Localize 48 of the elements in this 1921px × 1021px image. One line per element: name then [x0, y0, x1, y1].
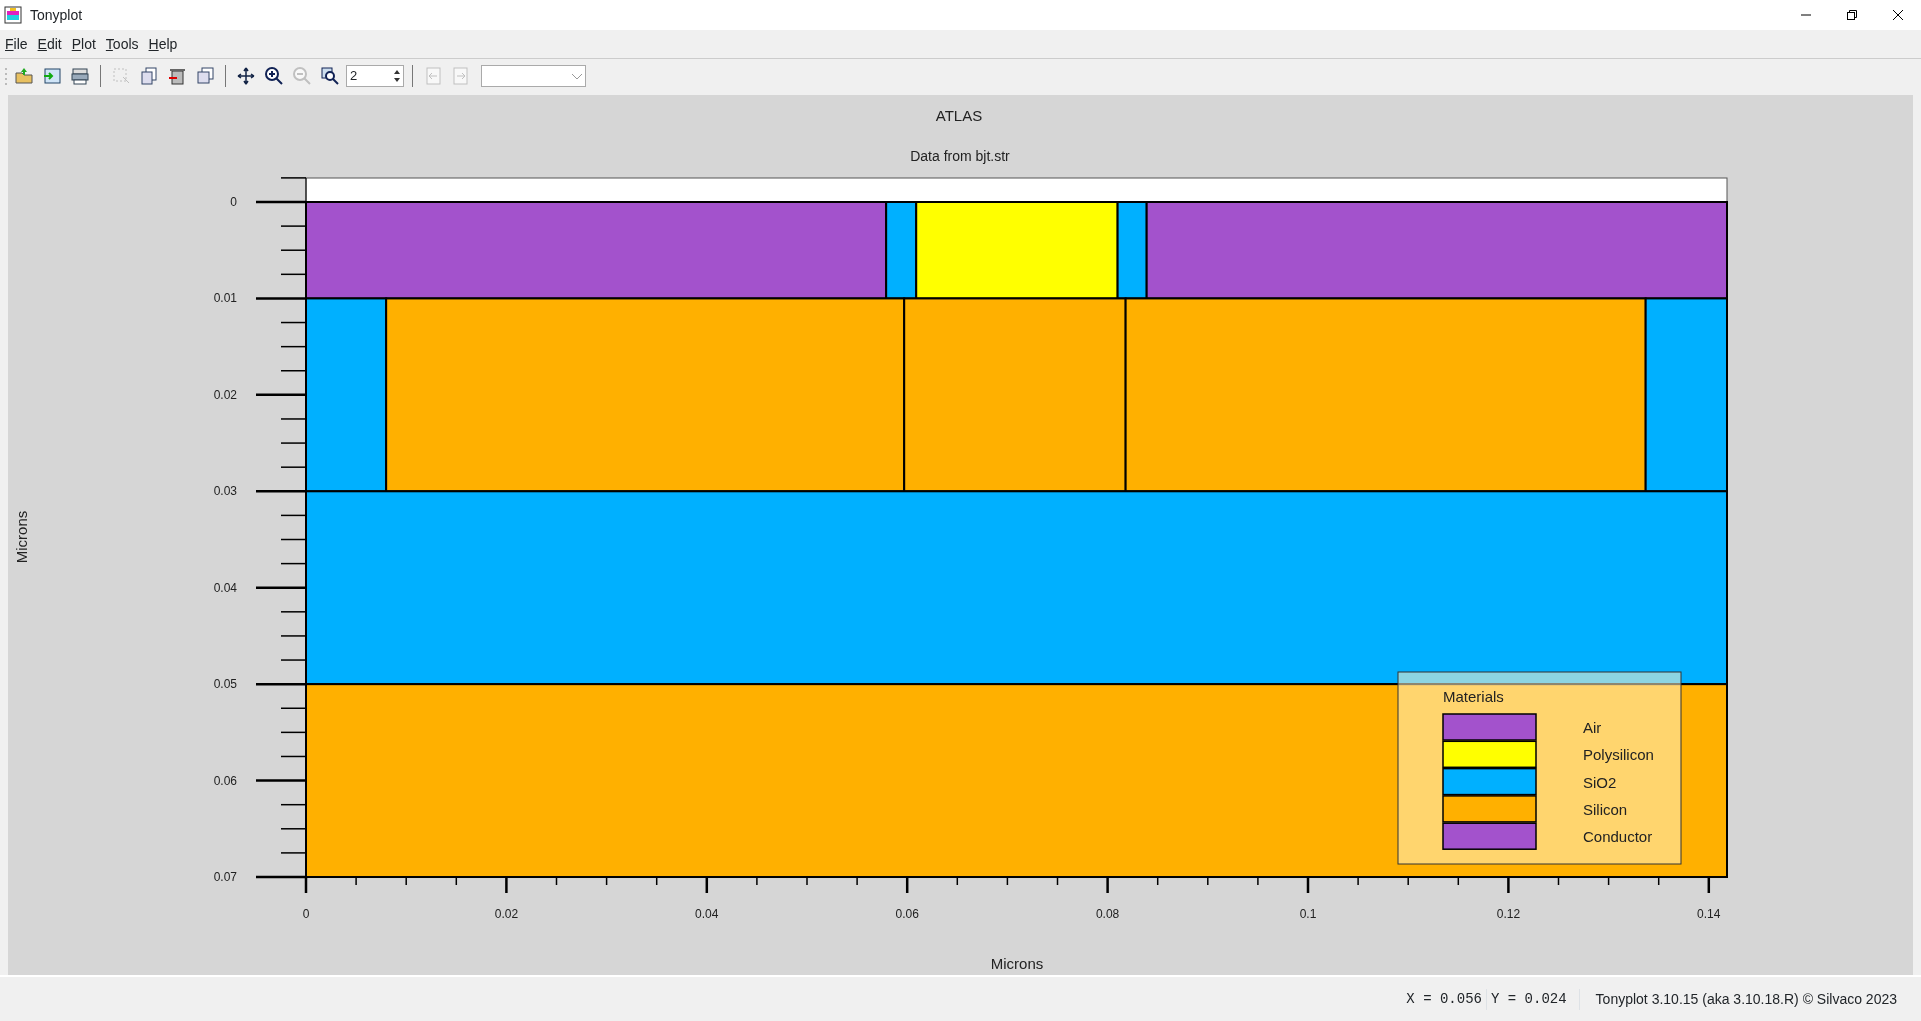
legend-label: Silicon — [1583, 800, 1628, 818]
pages-icon[interactable] — [195, 65, 215, 86]
menu-item[interactable]: Plot — [66, 33, 101, 55]
x-tick-label: 0.06 — [895, 907, 919, 921]
y-tick-label: 0.03 — [213, 484, 237, 499]
y-tick-label: 0.04 — [213, 580, 237, 595]
y-tick-label: 0.05 — [213, 677, 237, 692]
restore-icon[interactable] — [1846, 9, 1858, 21]
plot-subtitle: Data from bjt.str — [910, 148, 1010, 164]
x-tick-label: 0.02 — [494, 907, 519, 921]
menu-item[interactable]: Help — [143, 33, 183, 55]
x-tick-label: 0.1 — [1299, 907, 1317, 921]
plot-title: ATLAS — [935, 107, 983, 124]
window-icon[interactable] — [42, 65, 62, 86]
copy-icon[interactable] — [139, 65, 159, 86]
legend-label: Polysilicon — [1583, 746, 1654, 764]
zoom-icon[interactable] — [320, 65, 340, 86]
legend-label: Air — [1583, 719, 1602, 736]
grip-icon — [4, 66, 8, 87]
legend-label: SiO2 — [1583, 773, 1617, 791]
close-icon[interactable] — [1892, 9, 1904, 21]
y-coordinate: Y = 0.024 — [1486, 988, 1571, 1010]
dropdown-field[interactable] — [481, 64, 586, 87]
y-tick-label: 0 — [230, 195, 237, 209]
app-icon — [4, 6, 22, 24]
legend-title: Materials — [1443, 688, 1504, 705]
menu-item[interactable]: File — [0, 33, 33, 55]
x-coordinate: X = 0.056 — [1405, 989, 1483, 1009]
x-tick-label: 0.08 — [1095, 907, 1120, 921]
y-axis-label: Microns — [13, 510, 30, 564]
zoom-in-icon[interactable] — [264, 65, 284, 86]
window-title: Tonyplot — [30, 5, 83, 25]
y-tick-label: 0.07 — [213, 870, 237, 884]
printer-icon[interactable] — [70, 65, 90, 86]
y-tick-label: 0.06 — [213, 773, 237, 788]
zoom-spinner[interactable]: 2 — [346, 64, 404, 87]
x-tick-label: 0.04 — [695, 907, 719, 921]
menu-item[interactable]: Tools — [100, 33, 144, 55]
legend-label: Conductor — [1583, 828, 1653, 846]
x-tick-label: 0.12 — [1496, 907, 1521, 921]
y-tick-label: 0.02 — [213, 387, 237, 402]
x-axis-label: Microns — [990, 955, 1044, 972]
menu-item[interactable]: Edit — [32, 33, 67, 55]
y-tick-label: 0.01 — [213, 291, 237, 306]
x-tick-label: 0 — [302, 907, 310, 921]
x-tick-label: 0.14 — [1697, 907, 1721, 921]
move-icon[interactable] — [236, 65, 256, 86]
version-text: Tonyplot 3.10.15 (aka 3.10.18.R) © Silvaco 2023 — [1578, 988, 1897, 1010]
